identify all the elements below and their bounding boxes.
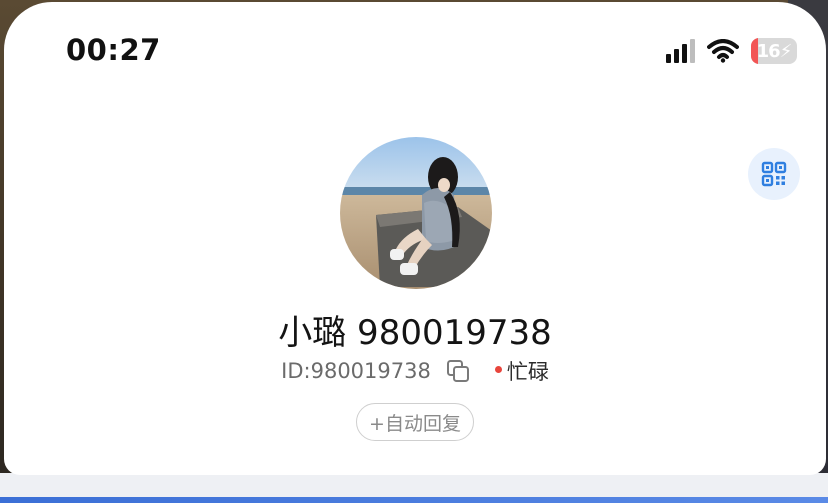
profile-id: ID:980019738 bbox=[281, 359, 431, 383]
qr-code-button[interactable] bbox=[748, 148, 800, 200]
profile-card: 00:27 16⚡ 小璐 980019738 ID:980019738 忙碌 +… bbox=[4, 2, 826, 475]
status-dot bbox=[494, 365, 502, 373]
status-icons: 16⚡ bbox=[666, 38, 797, 64]
status-time: 00:27 bbox=[66, 33, 161, 67]
status-label[interactable]: 忙碌 bbox=[507, 356, 549, 386]
auto-reply-button[interactable]: +自动回复 bbox=[356, 403, 474, 441]
battery-charging-icon: 16⚡ bbox=[751, 38, 797, 64]
profile-photo bbox=[340, 137, 492, 289]
copy-icon bbox=[446, 360, 469, 382]
battery-level: 16⚡ bbox=[756, 40, 793, 62]
bottom-accent-bar bbox=[0, 497, 828, 503]
avatar[interactable] bbox=[340, 137, 492, 289]
wifi-icon bbox=[707, 39, 739, 63]
profile-meta-row: ID:980019738 忙碌 bbox=[4, 356, 826, 386]
profile-name: 小璐 980019738 bbox=[278, 313, 552, 353]
copy-id-button[interactable] bbox=[445, 358, 471, 384]
cellular-signal-icon bbox=[666, 39, 695, 63]
qr-code-icon bbox=[761, 161, 787, 187]
